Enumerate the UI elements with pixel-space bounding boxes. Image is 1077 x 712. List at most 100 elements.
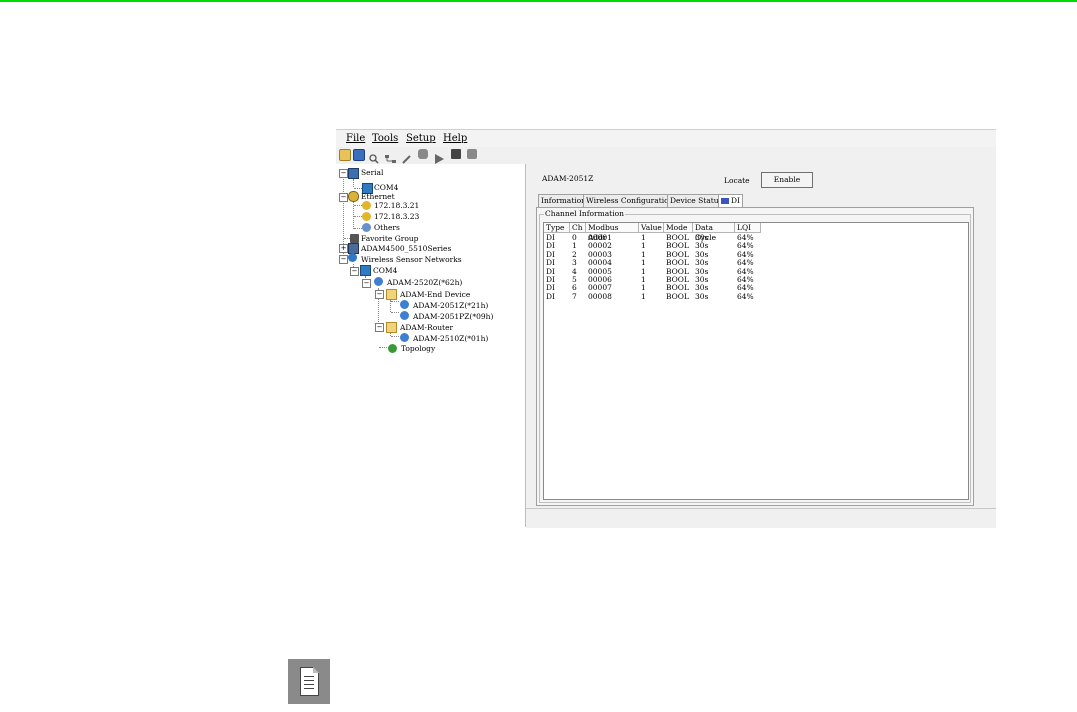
- end-device-icon: [400, 300, 409, 309]
- di-tab-icon: [721, 198, 729, 204]
- wrench-icon[interactable]: [402, 149, 412, 164]
- column-header[interactable]: LQI: [735, 223, 761, 233]
- table-row[interactable]: DI 4 00005 1 BOOL 30s 64%: [544, 267, 764, 276]
- table-row[interactable]: DI 6 00007 1 BOOL 30s 64%: [544, 284, 764, 292]
- serial-icon: [348, 168, 359, 179]
- column-header[interactable]: Value: [639, 223, 664, 233]
- search-icon[interactable]: [369, 149, 379, 164]
- tree-item-wsn-com4[interactable]: COM4: [373, 265, 397, 276]
- note-line: [304, 680, 314, 681]
- table-cell: DI: [546, 291, 555, 301]
- tab-device-status[interactable]: Device Status: [667, 194, 726, 207]
- wireless-icon: [348, 253, 357, 262]
- table-cell: BOOL: [666, 258, 689, 268]
- collapse-toggle[interactable]: −: [375, 290, 384, 299]
- table-cell: 30s: [695, 291, 709, 301]
- tree-item-router[interactable]: ADAM-Router: [400, 322, 453, 333]
- table-row[interactable]: DI 0 00001 1 BOOL 30s 64%: [544, 234, 764, 242]
- ethernet-icon: [348, 191, 359, 202]
- tree-item-adam4500[interactable]: ADAM4500_5510Series: [361, 243, 451, 254]
- expand-toggle[interactable]: +: [339, 244, 348, 253]
- group-title: Channel Information: [544, 209, 625, 218]
- collapse-toggle[interactable]: −: [339, 169, 348, 178]
- tree-connector: [354, 188, 362, 189]
- column-header[interactable]: Ch: [570, 223, 586, 233]
- com-port-icon: [360, 265, 371, 276]
- tree-connector: [353, 179, 354, 187]
- menu-help[interactable]: Help: [443, 133, 467, 144]
- enable-button[interactable]: Enable: [761, 172, 813, 188]
- tree-item-ip-2[interactable]: 172.18.3.23: [374, 211, 419, 222]
- router-device-icon: [400, 333, 409, 342]
- save-icon[interactable]: [353, 149, 365, 161]
- note-fold: [313, 667, 319, 673]
- table-cell: 00008: [588, 291, 612, 301]
- table-cell: 1: [641, 291, 646, 301]
- tree-item-end-device[interactable]: ADAM-End Device: [400, 289, 470, 300]
- table-row[interactable]: DI 3 00004 1 BOOL 30s 64%: [544, 259, 764, 267]
- folder-icon: [386, 289, 397, 300]
- note-line: [304, 676, 314, 677]
- table-row[interactable]: DI 2 00003 1 BOOL 30s 64%: [544, 250, 764, 259]
- status-bar: [526, 508, 996, 528]
- note-icon: [288, 659, 330, 704]
- end-device-icon: [400, 311, 409, 320]
- tree-item-coordinator[interactable]: ADAM-2520Z(*62h): [387, 277, 462, 288]
- menu-tools[interactable]: Tools: [372, 133, 398, 144]
- collapse-toggle[interactable]: −: [339, 193, 348, 202]
- column-header[interactable]: Type: [544, 223, 570, 233]
- tab-di-label: DI: [731, 196, 740, 205]
- tree-item-topology[interactable]: Topology: [401, 343, 435, 354]
- collapse-toggle[interactable]: −: [375, 323, 384, 332]
- tree-item-ip-1[interactable]: 172.18.3.21: [374, 200, 419, 211]
- menu-setup[interactable]: Setup: [406, 133, 436, 144]
- network-icon[interactable]: [385, 149, 396, 163]
- tree-item-dev-2051pz[interactable]: ADAM-2051PZ(*09h): [413, 311, 493, 322]
- tab-di[interactable]: DI: [718, 194, 743, 208]
- device-tree: − Serial COM4 − Ethernet 172.18.3.21 172…: [336, 164, 526, 527]
- favorite-icon: [350, 234, 359, 243]
- coordinator-icon: [374, 277, 383, 286]
- table-row[interactable]: DI 1 00002 1 BOOL 30s 64%: [544, 242, 764, 250]
- locate-label: Locate: [724, 176, 750, 185]
- tree-connector: [354, 228, 362, 229]
- collapse-toggle[interactable]: −: [362, 279, 371, 288]
- toolbar: [336, 147, 996, 165]
- collapse-toggle[interactable]: −: [350, 267, 359, 276]
- device-detail-pane: ADAM-2051Z Locate Enable Information Wir…: [526, 164, 996, 528]
- camera-icon[interactable]: [451, 149, 461, 159]
- tree-item-dev-2051z[interactable]: ADAM-2051Z(*21h): [413, 300, 488, 311]
- open-icon[interactable]: [339, 149, 351, 161]
- column-header[interactable]: Modbus Addr: [586, 223, 639, 242]
- tree-connector: [391, 312, 399, 313]
- tree-item-wsn[interactable]: Wireless Sensor Networks: [361, 254, 462, 265]
- collapse-toggle[interactable]: −: [339, 255, 348, 264]
- table-row[interactable]: DI 7 00008 1 BOOL 30s 64%: [544, 291, 764, 301]
- menu-bar: File Tools Setup Help: [336, 129, 996, 148]
- tree-connector: [391, 301, 399, 302]
- tree-connector: [354, 216, 362, 217]
- page-top-rule: [0, 0, 1077, 2]
- tab-wireless-configuration[interactable]: Wireless Configuration: [583, 194, 677, 207]
- di-tab-panel: Channel Information Type Ch Modbus Addr …: [536, 207, 974, 506]
- table-cell: 64%: [737, 258, 754, 268]
- table-cell: 00004: [588, 258, 612, 268]
- tree-item-others[interactable]: Others: [374, 222, 400, 233]
- table-cell: 64%: [737, 291, 754, 301]
- note-line: [304, 684, 314, 685]
- shield-icon[interactable]: [418, 149, 428, 159]
- monitor-icon[interactable]: [467, 149, 477, 159]
- table-row[interactable]: DI 5 00006 1 BOOL 30s 64%: [544, 276, 764, 284]
- table-cell: DI: [546, 258, 555, 268]
- tree-connector: [354, 205, 362, 206]
- tab-information[interactable]: Information: [538, 194, 590, 207]
- tree-connector: [391, 336, 399, 337]
- channel-information-group: Channel Information Type Ch Modbus Addr …: [539, 209, 971, 503]
- others-icon: [362, 223, 371, 232]
- tree-item-serial[interactable]: Serial: [361, 167, 383, 178]
- column-header[interactable]: Mode: [664, 223, 693, 233]
- menu-file[interactable]: File: [346, 133, 365, 144]
- play-icon[interactable]: [434, 149, 444, 164]
- column-header[interactable]: Data Cycle: [693, 223, 735, 242]
- tree-connector: [379, 347, 387, 348]
